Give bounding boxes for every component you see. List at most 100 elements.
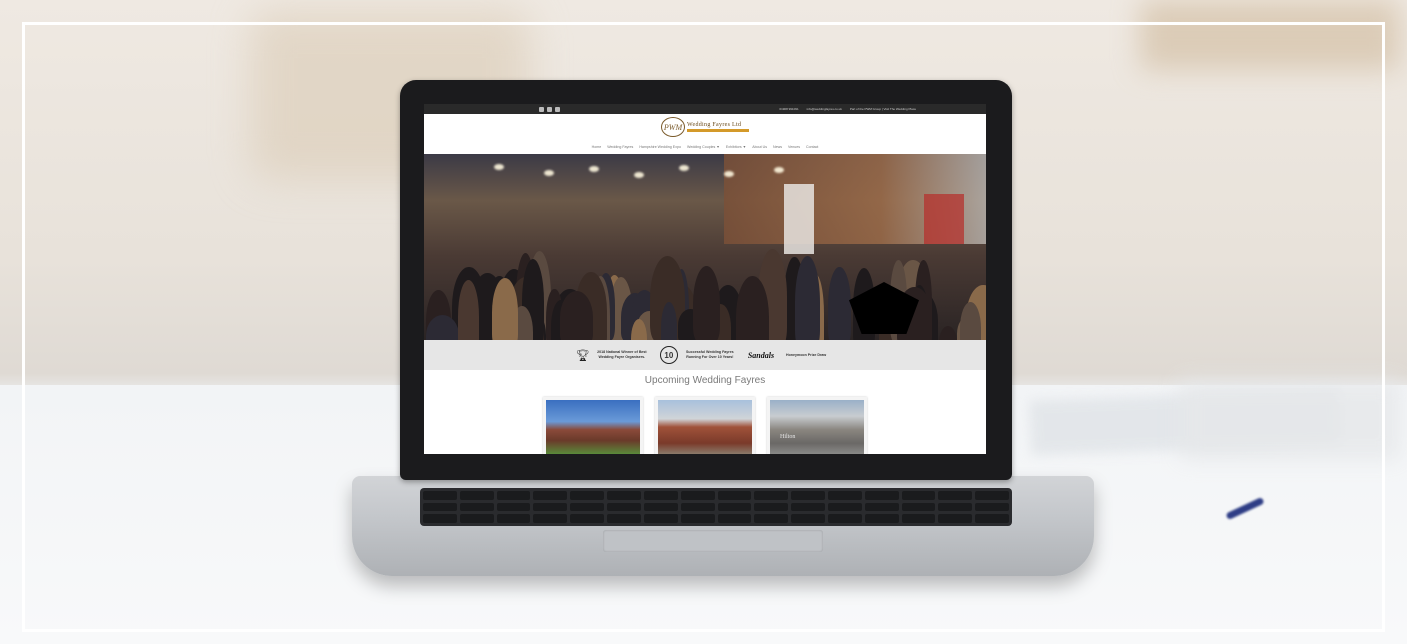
hilton-sign: Hilton: [780, 434, 796, 440]
award-winner-text: 2018 National Winner of Best Wedding Fay…: [597, 350, 647, 359]
keyboard-key: [423, 514, 457, 523]
keyboard-key: [607, 514, 641, 523]
instagram-icon[interactable]: [555, 106, 560, 112]
keyboard-key: [459, 502, 494, 512]
venue-cards: Hilton: [424, 397, 986, 454]
keyboard-key: [570, 514, 605, 523]
keyboard-key: [754, 514, 789, 523]
keyboard-key: [680, 514, 715, 523]
keyboard-key: [496, 514, 531, 523]
keyboard-key: [791, 502, 825, 512]
hero-image: [424, 154, 986, 340]
email-link[interactable]: info@weddingfayres.co.uk: [807, 107, 842, 111]
nav-item-contact[interactable]: Contact: [806, 145, 818, 149]
keyboard-key: [864, 491, 899, 500]
social-links: [539, 106, 560, 112]
keyboard-key: [459, 514, 494, 523]
crowd-person: [693, 265, 721, 340]
keyboard-key: [533, 514, 568, 523]
site-logo[interactable]: PWM Wedding Fayres Ltd: [661, 117, 749, 137]
venue-photo[interactable]: [546, 400, 640, 454]
nav-item-wedding-fayres[interactable]: Wedding Fayres: [607, 145, 633, 149]
venue-photo[interactable]: Hilton: [770, 400, 864, 454]
laptop-screen: 01908 991091 info@weddingfayres.co.uk Pa…: [424, 104, 986, 454]
nav-item-wedding-couples[interactable]: Wedding Couples ▼: [687, 145, 720, 149]
crowd-person: [938, 325, 957, 340]
venue-card[interactable]: [655, 397, 755, 454]
crowd-person: [828, 267, 851, 340]
logo-name: Wedding Fayres Ltd: [687, 122, 742, 128]
keyboard-key: [938, 502, 973, 512]
logo-underline: [687, 129, 749, 132]
keyboard-key: [533, 491, 568, 500]
ten-years-badge-icon: 10: [659, 346, 678, 364]
keyboard-key: [643, 514, 678, 523]
keyboard-key: [423, 491, 457, 500]
nav-item-hampshire-expo[interactable]: Hampshire Wedding Expo: [639, 145, 681, 149]
keyboard-key: [864, 502, 899, 512]
laptop-trackpad: [603, 530, 823, 552]
award-sponsor: Sandals Honeymoon Prize Draw: [748, 351, 834, 360]
group-tagline[interactable]: Part of the PWM Group | Visit The Weddin…: [850, 107, 916, 111]
twitter-icon[interactable]: [547, 106, 552, 112]
keyboard-key: [827, 514, 862, 523]
keyboard-key: [827, 502, 862, 512]
keyboard-key: [680, 502, 715, 512]
logo-monogram: PWM: [661, 117, 685, 137]
keyboard-key: [827, 491, 862, 500]
venue-photo[interactable]: [658, 400, 752, 454]
keyboard-key: [791, 514, 825, 523]
nav-item-about-us[interactable]: About Us: [752, 145, 767, 149]
award-winner: 🏆︎ 2018 National Winner of Best Wedding …: [576, 349, 650, 362]
main-nav: Home Wedding Fayres Hampshire Wedding Ex…: [424, 140, 986, 154]
keyboard-key: [570, 502, 605, 512]
nav-item-news[interactable]: News: [773, 145, 782, 149]
keyboard-key: [901, 502, 936, 512]
venue-card[interactable]: [543, 397, 643, 454]
keyboard-key: [533, 502, 568, 512]
contact-info: 01908 991091 info@weddingfayres.co.uk Pa…: [779, 107, 916, 111]
keyboard-key: [607, 491, 641, 500]
keyboard-key: [643, 502, 678, 512]
keyboard-key: [975, 514, 1009, 523]
photo-scene: 01908 991091 info@weddingfayres.co.uk Pa…: [0, 0, 1407, 644]
keyboard-key: [570, 491, 605, 500]
site-top-bar: 01908 991091 info@weddingfayres.co.uk Pa…: [424, 104, 986, 114]
facebook-icon[interactable]: [539, 106, 544, 112]
trophy-icon: 🏆︎: [575, 349, 590, 362]
crowd-person: [559, 290, 594, 340]
crowd-person: [795, 255, 821, 340]
keyboard-key: [901, 514, 936, 523]
keyboard-key: [791, 491, 825, 500]
hero-chandeliers: [484, 162, 804, 182]
venue-card[interactable]: Hilton: [767, 397, 867, 454]
laptop-keyboard: [420, 488, 1012, 526]
award-years-text: Successful Wedding Fayres Running For Ov…: [686, 350, 734, 359]
keyboard-key: [717, 491, 752, 500]
keyboard-key: [901, 491, 936, 500]
keyboard-key: [864, 514, 899, 523]
keyboard-key: [717, 514, 752, 523]
keyboard-key: [423, 502, 457, 512]
nav-item-exhibitors[interactable]: Exhibitors ▼: [726, 145, 746, 149]
upcoming-title: Upcoming Wedding Fayres: [644, 375, 766, 386]
keyboard-key: [975, 491, 1009, 500]
keyboard-key: [643, 491, 678, 500]
keyboard-key: [938, 514, 973, 523]
logo-area: PWM Wedding Fayres Ltd: [424, 114, 986, 140]
keyboard-key: [754, 491, 789, 500]
keyboard-key: [496, 491, 531, 500]
phone-link[interactable]: 01908 991091: [779, 107, 798, 111]
keyboard-key: [680, 491, 715, 500]
nav-item-home[interactable]: Home: [592, 145, 602, 149]
crowd-person: [491, 278, 519, 340]
nav-item-venues[interactable]: Venues: [788, 145, 800, 149]
keyboard-key: [607, 502, 641, 512]
background-papers-2: [1180, 380, 1400, 460]
keyboard-key: [717, 502, 752, 512]
keyboard-key: [459, 491, 494, 500]
awards-bar: 🏆︎ 2018 National Winner of Best Wedding …: [424, 340, 986, 370]
background-blur-lamp: [1140, 0, 1400, 70]
keyboard-key: [754, 502, 789, 512]
sandals-logo: Sandals: [747, 350, 775, 360]
